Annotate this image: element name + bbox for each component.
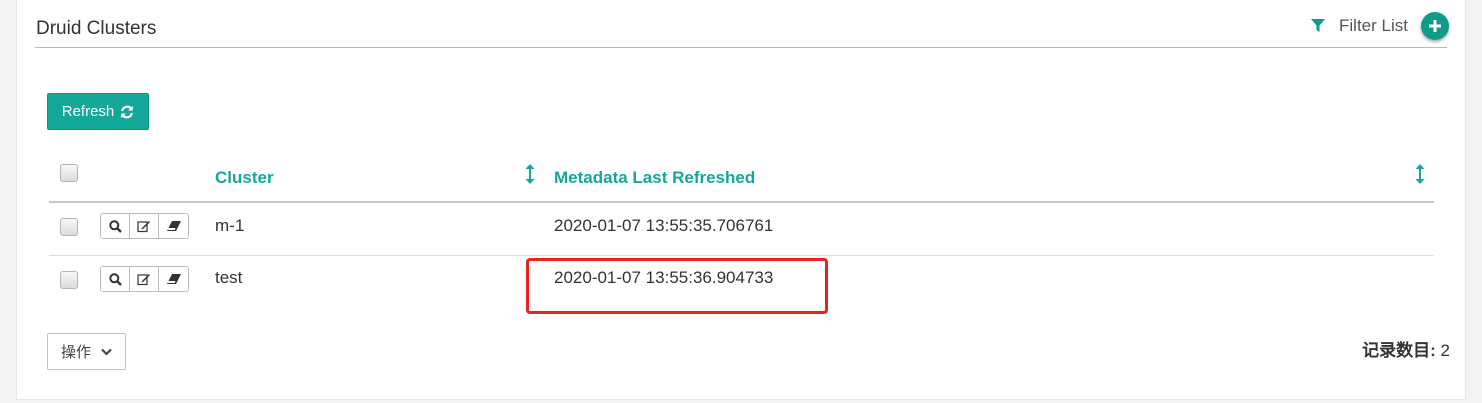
edit-button[interactable] [130,214,159,238]
search-icon [108,219,122,233]
edit-icon [137,221,150,233]
eraser-icon [166,221,181,231]
select-all-checkbox[interactable] [60,164,78,182]
delete-button[interactable] [159,267,188,291]
chevron-down-icon [101,348,112,356]
column-header-cluster[interactable]: Cluster [215,168,274,188]
search-icon [108,272,122,286]
row-actions [100,213,189,239]
cluster-name: test [215,268,243,287]
plus-icon [1429,20,1441,32]
cluster-name: m-1 [215,216,245,235]
metadata-last-refreshed: 2020-01-07 13:55:35.706761 [554,216,774,235]
column-header-metadata-last-refreshed[interactable]: Metadata Last Refreshed [554,168,755,188]
sort-icon[interactable] [1415,164,1425,184]
refresh-icon [121,105,134,118]
highlight-annotation [526,258,828,314]
table-header-divider [49,201,1434,203]
filter-list-button[interactable]: Filter List [1311,16,1408,36]
view-button[interactable] [101,267,130,291]
delete-button[interactable] [159,214,188,238]
row-checkbox[interactable] [60,271,78,289]
actions-dropdown-label: 操作 [60,344,91,361]
refresh-button[interactable]: Refresh [47,93,149,130]
view-button[interactable] [101,214,130,238]
edit-icon [137,274,150,286]
row-actions [100,266,189,292]
eraser-icon [166,274,181,284]
refresh-label: Refresh [61,103,115,120]
record-count-value: 2 [1440,341,1450,360]
sort-icon[interactable] [525,164,535,184]
row-divider [49,255,1434,256]
actions-dropdown[interactable]: 操作 [47,333,126,370]
filter-icon [1311,19,1325,32]
record-count: 记录数目: 2 [1362,336,1450,361]
panel-header: Druid Clusters Filter List [35,0,1449,48]
record-count-label: 记录数目: [1362,341,1436,360]
filter-list-label: Filter List [1339,16,1408,35]
druid-clusters-panel: Druid Clusters Filter List Refresh Clust… [16,0,1466,400]
row-checkbox[interactable] [60,218,78,236]
page-title: Druid Clusters [36,18,157,39]
edit-button[interactable] [130,267,159,291]
add-cluster-button[interactable] [1421,12,1449,40]
